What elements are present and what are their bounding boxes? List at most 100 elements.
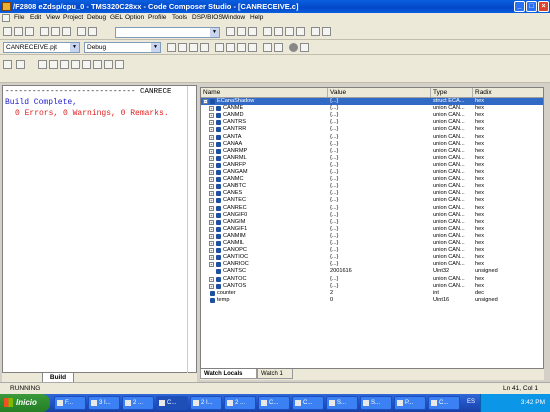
- project-select[interactable]: CANRECEIVE.pjt ▼: [3, 42, 80, 53]
- watch-cell-value[interactable]: 2: [330, 290, 430, 297]
- taskbar-button[interactable]: S...: [326, 396, 358, 410]
- print-icon[interactable]: [311, 27, 320, 36]
- watch-row[interactable]: + CANMIL {...} union CAN... hex: [201, 240, 543, 247]
- watch-cell-value[interactable]: 0: [330, 297, 430, 304]
- cut-icon[interactable]: [40, 27, 49, 36]
- watch-cell-value[interactable]: {...}: [330, 112, 430, 119]
- memory-icon[interactable]: [49, 60, 58, 69]
- expand-icon[interactable]: +: [209, 262, 214, 268]
- watch-row[interactable]: + CANGIF1 {...} union CAN... hex: [201, 226, 543, 233]
- halt-icon[interactable]: [289, 43, 298, 52]
- taskbar-button[interactable]: 2 ...: [122, 396, 154, 410]
- watch-row[interactable]: + CANTOS {...} union CAN... hex: [201, 283, 543, 290]
- remove-profile-icon[interactable]: [274, 43, 283, 52]
- watch-cell-value[interactable]: {...}: [330, 219, 430, 226]
- breakpoint-icon[interactable]: [215, 43, 224, 52]
- watch-row[interactable]: counter 2 int dec: [201, 290, 543, 297]
- expand-icon[interactable]: +: [209, 191, 214, 197]
- graph-icon[interactable]: [71, 60, 80, 69]
- expand-icon[interactable]: +: [209, 134, 214, 140]
- chevron-down-icon[interactable]: ▼: [210, 28, 219, 37]
- watch-row[interactable]: + CANTEC {...} union CAN... hex: [201, 197, 543, 204]
- watch-cell-value[interactable]: {...}: [330, 247, 430, 254]
- menu-project[interactable]: Project: [63, 14, 83, 21]
- expand-icon[interactable]: +: [209, 120, 214, 126]
- watch-cell-value[interactable]: {...}: [330, 148, 430, 155]
- watch-row[interactable]: + CANTOC {...} union CAN... hex: [201, 276, 543, 283]
- close-button[interactable]: ×: [538, 1, 549, 12]
- watch-row[interactable]: + CANREC {...} union CAN... hex: [201, 205, 543, 212]
- image-view-icon[interactable]: [93, 60, 102, 69]
- watch-cell-value[interactable]: {...}: [330, 276, 430, 283]
- expand-icon[interactable]: +: [209, 276, 214, 282]
- taskbar-button[interactable]: 2 ...: [224, 396, 256, 410]
- stop-build-icon[interactable]: [200, 43, 209, 52]
- column-value[interactable]: Value: [328, 88, 431, 97]
- watch-row[interactable]: + CANTRR {...} union CAN... hex: [201, 126, 543, 133]
- expand-icon[interactable]: +: [209, 106, 214, 112]
- expand-icon[interactable]: +: [209, 170, 214, 175]
- mixed-mode-icon[interactable]: [82, 60, 91, 69]
- watch-cell-value[interactable]: {...}: [330, 197, 430, 204]
- watch-cell-value[interactable]: {...}: [330, 119, 430, 126]
- bookmark-next-icon[interactable]: [274, 27, 283, 36]
- watch-row[interactable]: temp 0 Uint16 unsigned: [201, 297, 543, 304]
- taskbar-button[interactable]: C...: [292, 396, 324, 410]
- bookmark-clear-icon[interactable]: [296, 27, 305, 36]
- taskbar-button[interactable]: 2 I...: [190, 396, 222, 410]
- bookmark-prev-icon[interactable]: [285, 27, 294, 36]
- watch-cell-value[interactable]: {...}: [330, 162, 430, 169]
- redo-icon[interactable]: [88, 27, 97, 36]
- show-disassembly-icon[interactable]: [3, 60, 12, 69]
- rebuild-icon[interactable]: [189, 43, 198, 52]
- expand-icon[interactable]: +: [209, 148, 214, 154]
- watch-row[interactable]: + CANES {...} union CAN... hex: [201, 190, 543, 197]
- search-combo[interactable]: ▼: [115, 27, 220, 38]
- watch-row[interactable]: + CANGIF0 {...} union CAN... hex: [201, 212, 543, 219]
- expand-icon[interactable]: +: [209, 127, 214, 133]
- expand-icon[interactable]: +: [209, 248, 214, 254]
- expand-icon[interactable]: +: [209, 177, 214, 183]
- watch-row[interactable]: + CANMIM {...} union CAN... hex: [201, 233, 543, 240]
- watch-row[interactable]: + CANGAM {...} union CAN... hex: [201, 169, 543, 176]
- compile-icon[interactable]: [167, 43, 176, 52]
- watch-cell-value[interactable]: {...}: [330, 254, 430, 261]
- watch-row[interactable]: + CANBTC {...} union CAN... hex: [201, 183, 543, 190]
- chevron-down-icon[interactable]: ▼: [151, 43, 160, 52]
- document-icon[interactable]: [2, 14, 10, 22]
- taskbar-button[interactable]: F...: [54, 396, 86, 410]
- watch-row[interactable]: + CANMC {...} union CAN... hex: [201, 176, 543, 183]
- watch-row[interactable]: + CANGIM {...} union CAN... hex: [201, 219, 543, 226]
- tab-watch-1[interactable]: Watch 1: [257, 369, 293, 379]
- column-name[interactable]: Name: [201, 88, 328, 97]
- language-indicator[interactable]: ES: [467, 399, 475, 405]
- expand-icon[interactable]: +: [209, 255, 214, 261]
- profile-icon[interactable]: [263, 43, 272, 52]
- find-icon[interactable]: [226, 27, 235, 36]
- taskbar-button[interactable]: S...: [360, 396, 392, 410]
- minimize-button[interactable]: _: [514, 1, 525, 12]
- watch-cell-value[interactable]: {...}: [330, 169, 430, 176]
- expand-icon[interactable]: +: [209, 113, 214, 119]
- taskbar-button[interactable]: P...: [394, 396, 426, 410]
- column-type[interactable]: Type: [431, 88, 473, 97]
- find-prev-icon[interactable]: [248, 27, 257, 36]
- menu-tools[interactable]: Tools: [172, 14, 187, 21]
- menu-gel[interactable]: GEL: [110, 14, 123, 21]
- watch-cell-value[interactable]: 2001616: [330, 268, 430, 275]
- find-next-icon[interactable]: [237, 27, 246, 36]
- menu-help[interactable]: Help: [250, 14, 263, 21]
- watch-row[interactable]: + CANRMP {...} union CAN... hex: [201, 148, 543, 155]
- watch-row[interactable]: CANTSC 2001616 Uint32 unsigned: [201, 268, 543, 275]
- watch-row[interactable]: + CANOPC {...} union CAN... hex: [201, 247, 543, 254]
- menu-file[interactable]: File: [14, 14, 24, 21]
- expand-icon[interactable]: +: [209, 219, 214, 225]
- watch-cell-value[interactable]: {...}: [330, 98, 430, 105]
- watch-cell-value[interactable]: {...}: [330, 233, 430, 240]
- expand-icon[interactable]: +: [209, 212, 214, 218]
- taskbar-button[interactable]: C...: [258, 396, 290, 410]
- probe-point-icon[interactable]: [237, 43, 246, 52]
- debug-settings-icon[interactable]: [300, 43, 309, 52]
- help-icon[interactable]: [322, 27, 331, 36]
- start-button[interactable]: Inicio: [0, 394, 50, 412]
